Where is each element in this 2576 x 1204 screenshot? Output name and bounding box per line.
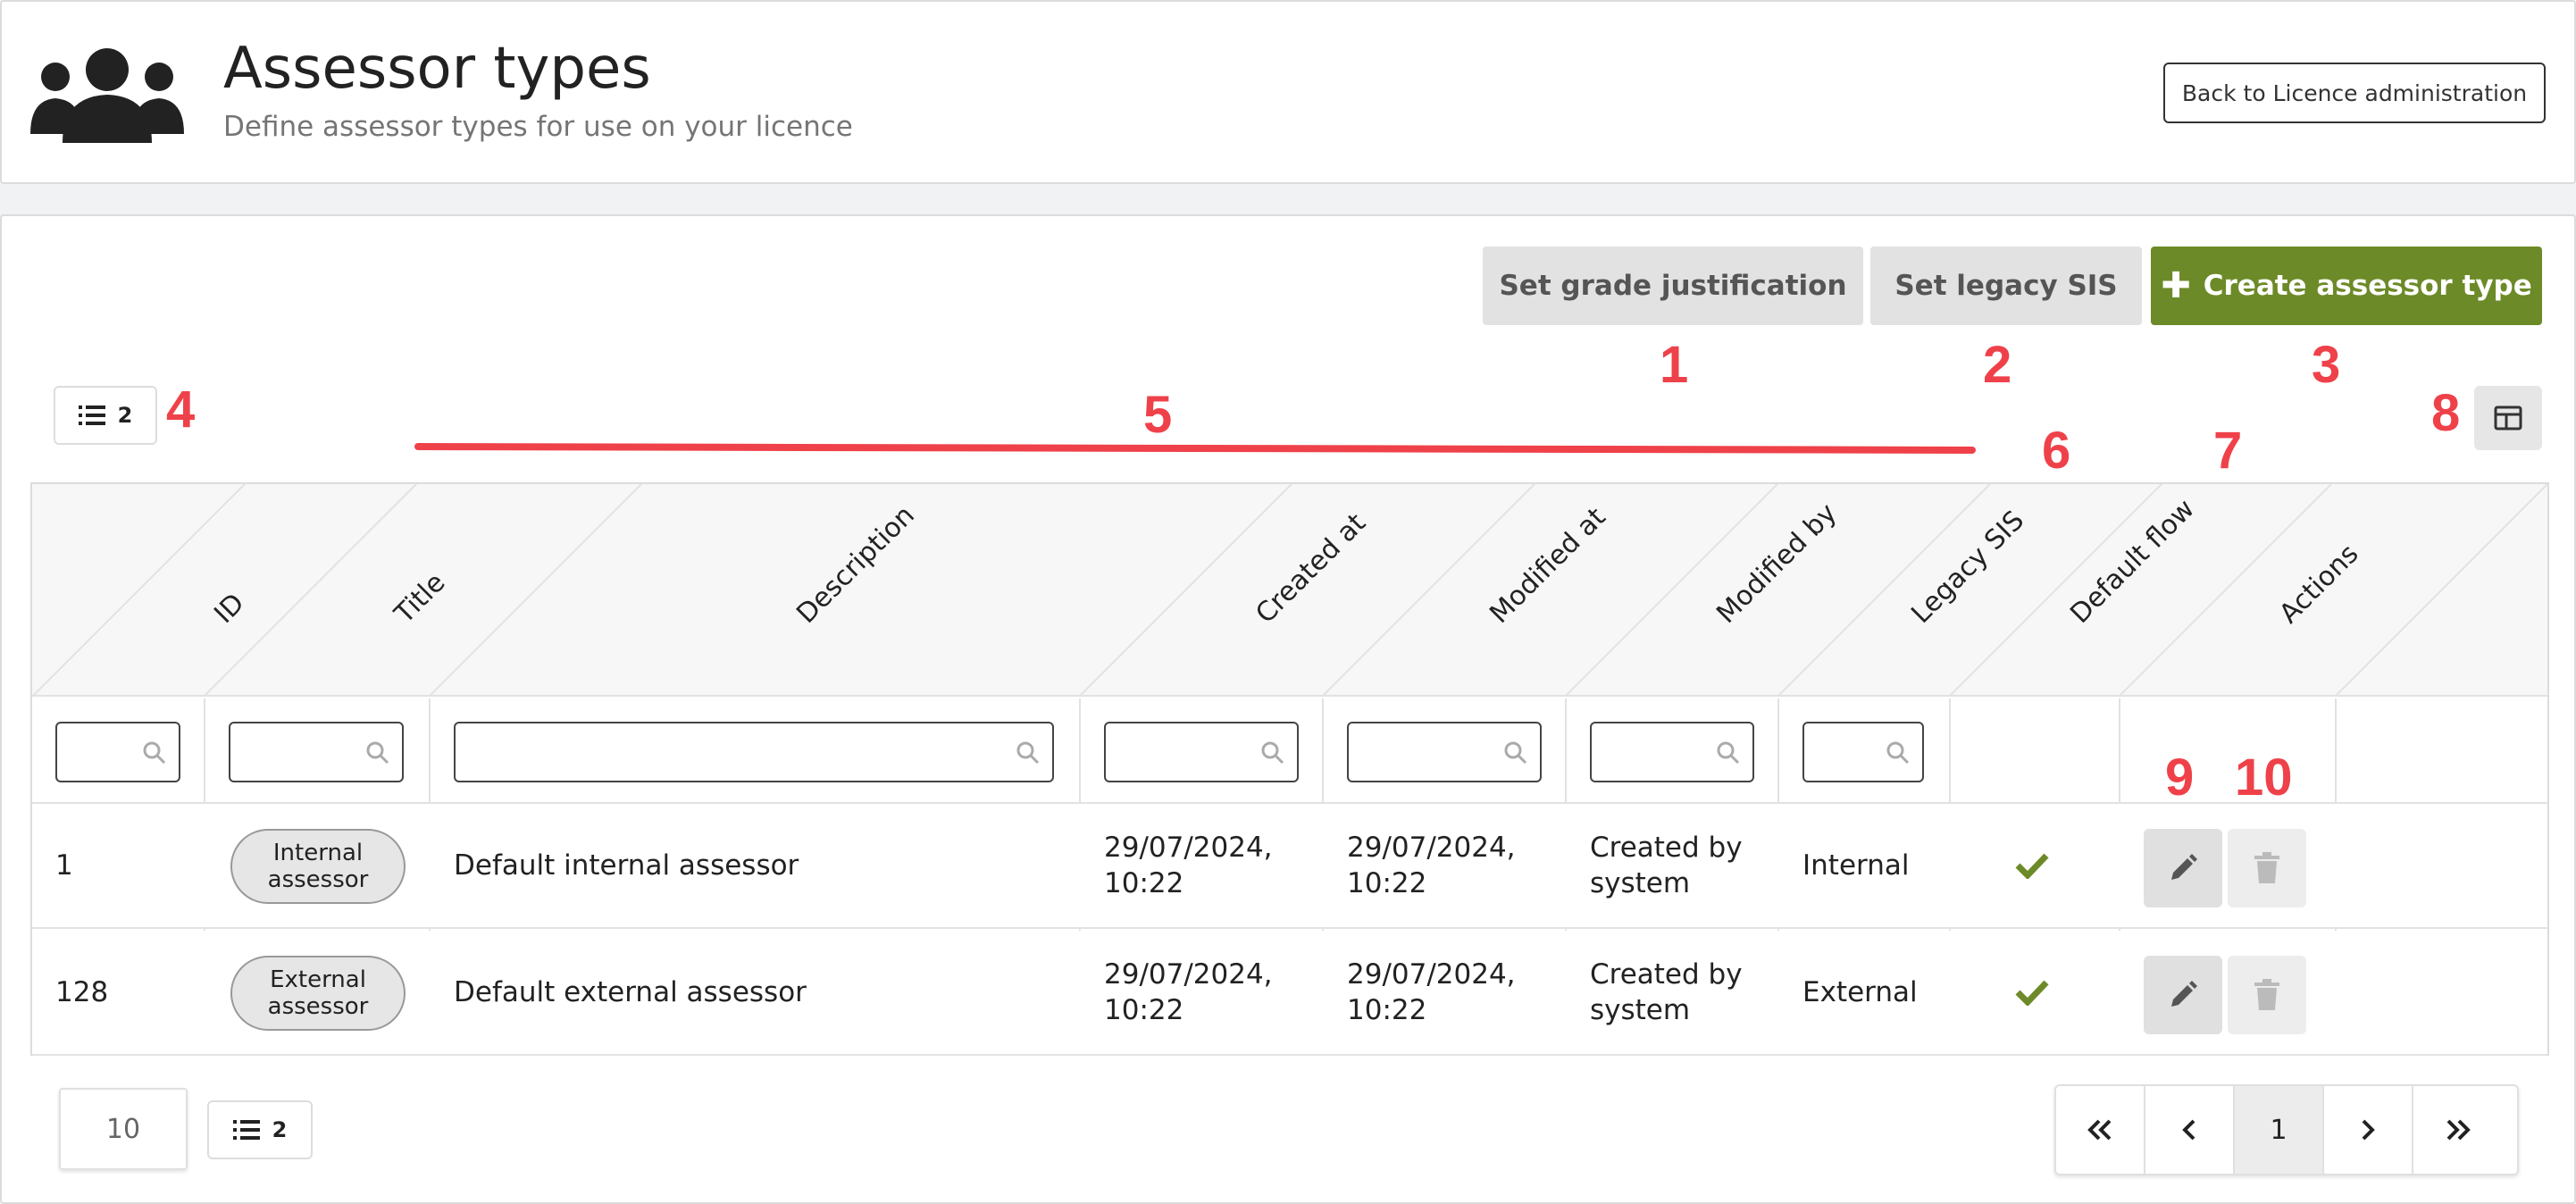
modified-by-line: Created by <box>1590 832 1743 864</box>
per-page-select[interactable]: 10 <box>59 1088 188 1170</box>
set-legacy-sis-button[interactable]: Set legacy SIS <box>1870 247 2142 325</box>
modified-time: 10:22 <box>1347 867 1427 899</box>
annotation-marker: 7 <box>2213 422 2243 480</box>
title-badge-line: Internal <box>272 840 364 866</box>
cell-created-at: 29/07/2024, 10:22 <box>1104 804 1273 927</box>
cell-id: 128 <box>55 976 109 1008</box>
cell-description: Default external assessor <box>454 976 807 1008</box>
create-assessor-type-button[interactable]: ✚ Create assessor type <box>2151 247 2542 325</box>
pagination: 1 <box>2054 1084 2519 1175</box>
last-page-button[interactable] <box>2413 1086 2503 1174</box>
create-assessor-type-label: Create assessor type <box>2203 270 2532 302</box>
modified-by-line: system <box>1590 994 1691 1026</box>
cell-modified-by: Created by system <box>1590 931 1743 1054</box>
double-chevron-left-icon <box>2087 1119 2112 1141</box>
search-icon <box>1504 741 1527 765</box>
delete-button[interactable] <box>2228 956 2306 1034</box>
cell-description: Default internal assessor <box>454 849 799 882</box>
cell-legacy-sis: External <box>1802 976 1918 1008</box>
default-flow-check-icon <box>2015 804 2049 927</box>
cell-legacy-sis: Internal <box>1802 849 1910 882</box>
title-badge: Internal assessor <box>230 829 406 904</box>
set-grade-justification-button[interactable]: Set grade justification <box>1483 247 1863 325</box>
search-icon <box>1261 741 1284 765</box>
cell-modified-by: Created by system <box>1590 804 1743 927</box>
annotation-marker: 1 <box>1660 336 1689 394</box>
title-badge: External assessor <box>230 956 406 1031</box>
annotation-marker: 2 <box>1983 336 2012 394</box>
previous-page-button[interactable] <box>2145 1086 2235 1174</box>
search-icon <box>366 741 389 765</box>
modified-date: 29/07/2024, <box>1347 832 1516 864</box>
created-at-filter-input[interactable] <box>1104 722 1299 782</box>
double-chevron-right-icon <box>2446 1119 2471 1141</box>
cell-modified-at: 29/07/2024, 10:22 <box>1347 804 1516 927</box>
columns-icon <box>2494 406 2522 431</box>
back-to-licence-admin-button[interactable]: Back to Licence administration <box>2163 63 2546 123</box>
id-filter-input[interactable] <box>55 722 180 782</box>
modified-at-filter-input[interactable] <box>1347 722 1542 782</box>
list-view-toggle-bottom[interactable]: 2 <box>207 1100 313 1159</box>
title-badge-line: assessor <box>267 993 369 1020</box>
title-badge-line: assessor <box>267 866 369 893</box>
search-icon <box>1016 741 1040 765</box>
cell-modified-at: 29/07/2024, 10:22 <box>1347 931 1516 1054</box>
pencil-icon <box>2171 981 2197 1007</box>
title-filter-input[interactable] <box>229 722 404 782</box>
next-page-button[interactable] <box>2324 1086 2413 1174</box>
page-title: Assessor types <box>223 36 651 102</box>
description-filter-input[interactable] <box>454 722 1054 782</box>
first-page-button[interactable] <box>2056 1086 2145 1174</box>
trash-icon <box>2254 852 2279 883</box>
legacy-sis-filter-input[interactable] <box>1802 722 1924 782</box>
plus-icon: ✚ <box>2161 265 2191 306</box>
cell-created-at: 29/07/2024, 10:22 <box>1104 931 1273 1054</box>
users-group-icon <box>30 48 184 143</box>
search-icon <box>1717 741 1740 765</box>
column-layout-toggle[interactable] <box>2474 386 2542 450</box>
list-icon <box>232 1120 260 1140</box>
list-count: 2 <box>117 403 133 428</box>
modified-by-filter-input[interactable] <box>1590 722 1754 782</box>
current-page-button[interactable]: 1 <box>2235 1086 2324 1174</box>
title-badge-line: External <box>270 966 366 993</box>
modified-time: 10:22 <box>1347 994 1427 1026</box>
default-flow-check-icon <box>2015 931 2049 1054</box>
modified-by-line: system <box>1590 867 1691 899</box>
search-icon <box>1886 741 1910 765</box>
annotation-marker: 3 <box>2312 336 2341 394</box>
trash-icon <box>2254 979 2279 1010</box>
annotation-marker: 4 <box>166 380 196 439</box>
annotation-marker: 6 <box>2042 422 2071 480</box>
table-header: ID Title Description Created at Modified… <box>32 484 2547 697</box>
modified-by-line: Created by <box>1590 958 1743 991</box>
annotation-marker: 5 <box>1143 386 1173 444</box>
chevron-right-icon <box>2362 1119 2375 1141</box>
created-time: 10:22 <box>1104 994 1184 1026</box>
list-count: 2 <box>272 1117 288 1142</box>
modified-date: 29/07/2024, <box>1347 958 1516 991</box>
page-header: Assessor types Define assessor types for… <box>0 0 2576 184</box>
created-date: 29/07/2024, <box>1104 958 1273 991</box>
edit-button[interactable] <box>2144 829 2222 907</box>
annotation-marker: 10 <box>2235 748 2293 807</box>
search-icon <box>143 741 166 765</box>
table-row[interactable]: 1 Internal assessor Default internal asse… <box>32 804 2547 929</box>
list-icon <box>78 406 105 425</box>
page-subtitle: Define assessor types for use on your li… <box>223 111 853 143</box>
delete-button[interactable] <box>2228 829 2306 907</box>
annotation-marker: 8 <box>2431 384 2461 442</box>
chevron-left-icon <box>2182 1119 2195 1141</box>
list-view-toggle[interactable]: 2 <box>54 386 157 445</box>
created-date: 29/07/2024, <box>1104 832 1273 864</box>
created-time: 10:22 <box>1104 867 1184 899</box>
table-row[interactable]: 128 External assessor Default external as… <box>32 931 2547 1056</box>
annotation-marker: 9 <box>2165 748 2195 807</box>
cell-id: 1 <box>55 849 73 882</box>
pencil-icon <box>2171 854 2197 880</box>
edit-button[interactable] <box>2144 956 2222 1034</box>
